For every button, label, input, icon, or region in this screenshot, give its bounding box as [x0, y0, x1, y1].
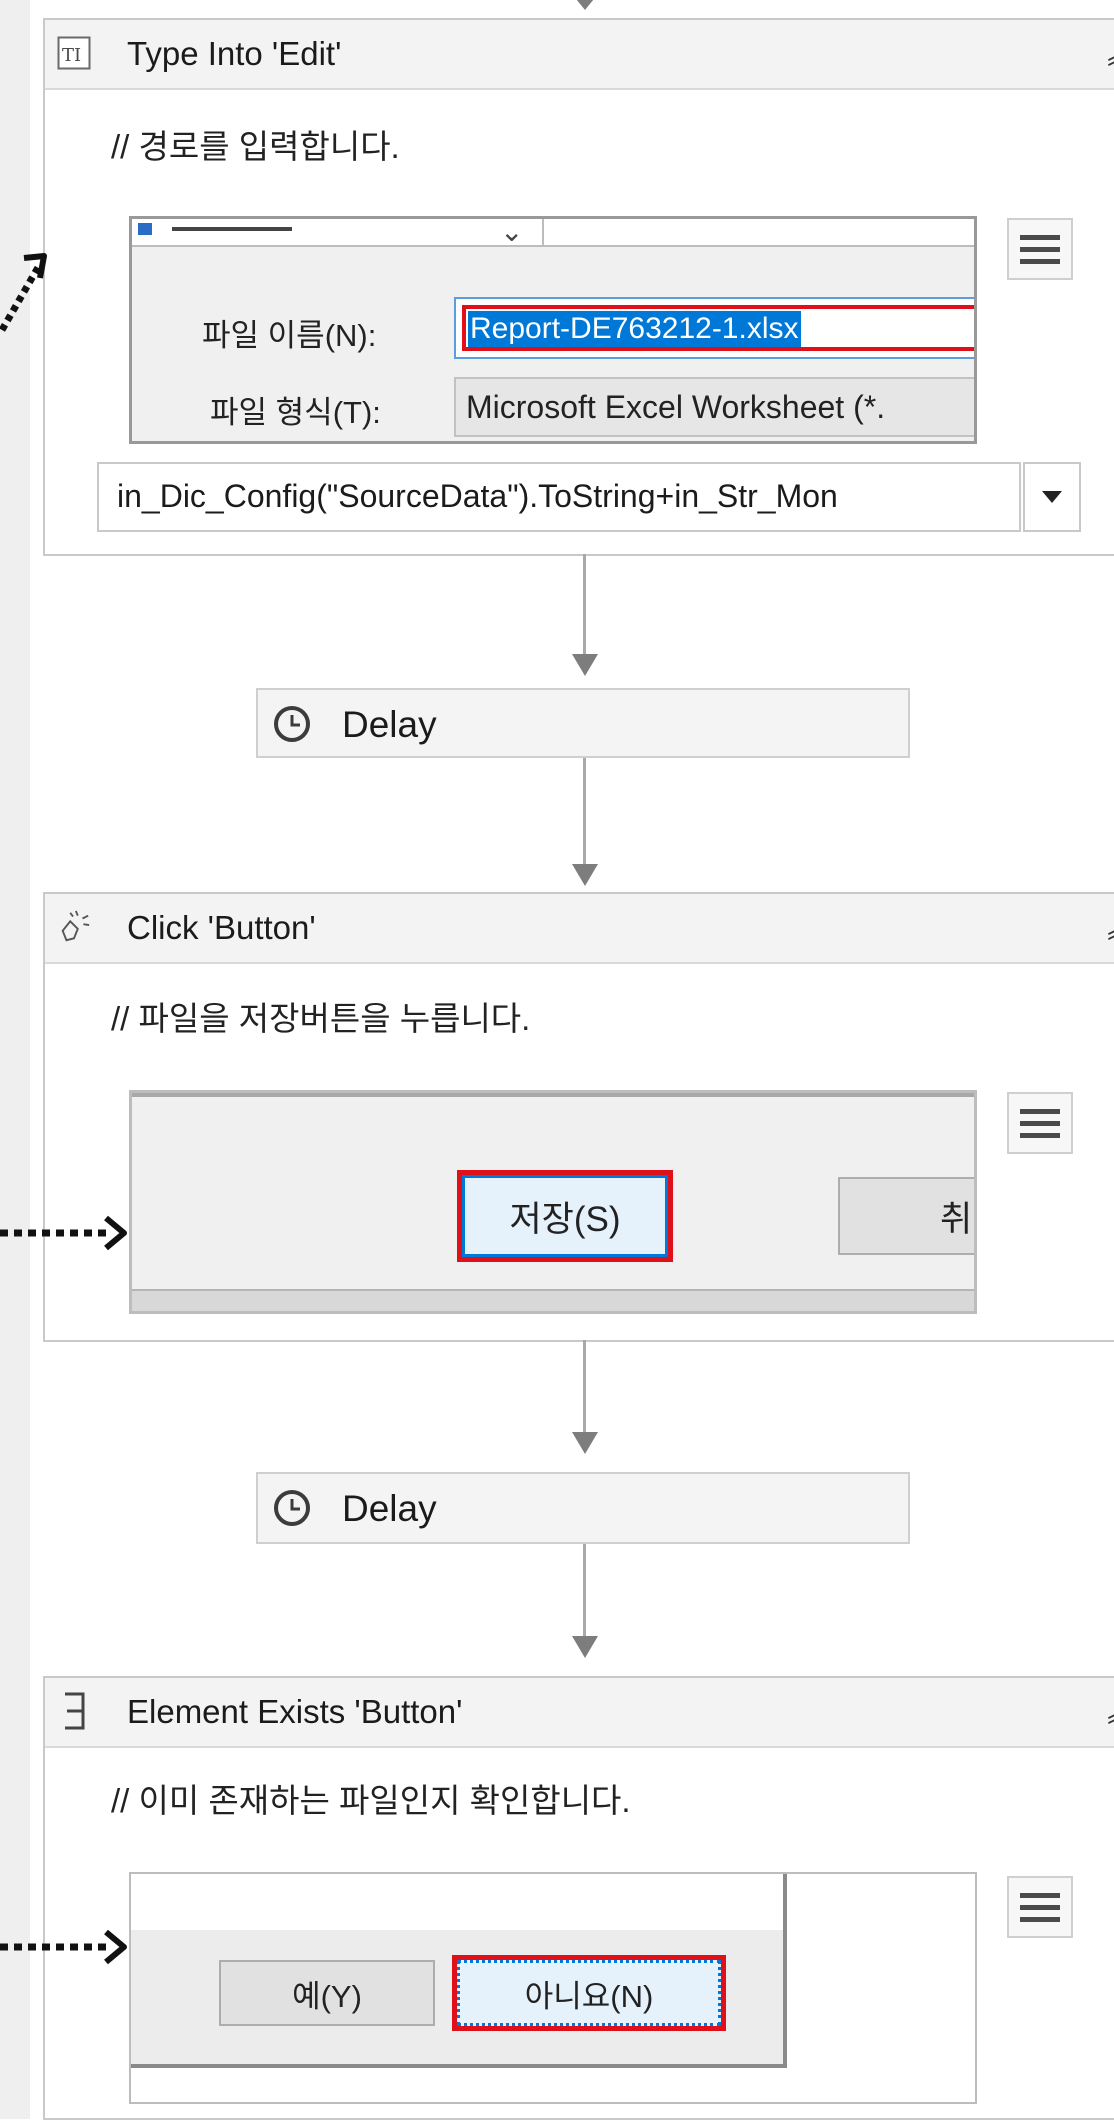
clock-icon [274, 1490, 310, 1526]
connector-line [583, 554, 586, 654]
dialog-crop: 예(Y) 아니요(N) [131, 1874, 787, 2068]
cropped-dropdown: ⌄ [132, 219, 974, 247]
save-button-label: 저장(S) [509, 1199, 621, 1239]
activity-header[interactable]: TI Type Into 'Edit' ︽ [45, 20, 1114, 90]
filename-label: 파일 이름(N): [202, 318, 377, 353]
filename-field: Report-DE763212-1.xlsx [454, 297, 974, 359]
delay-activity[interactable]: Delay [256, 1472, 910, 1544]
collapse-icon[interactable]: ︽ [1107, 1694, 1114, 1726]
options-menu-button[interactable] [1007, 1876, 1073, 1938]
no-button-label: 아니요(N) [524, 1978, 654, 2014]
save-button-target: 저장(S) [457, 1170, 673, 1262]
filename-value: Report-DE763212-1.xlsx [468, 311, 801, 347]
connector-arrow [572, 1432, 598, 1454]
delay-label: Delay [342, 1488, 437, 1529]
connector-arrow [572, 864, 598, 886]
activity-annotation: // 경로를 입력합니다. [111, 128, 400, 165]
activity-annotation: // 이미 존재하는 파일인지 확인합니다. [111, 1782, 631, 1819]
activity-header[interactable]: Click 'Button' ︽ [45, 894, 1114, 964]
click-activity[interactable]: Click 'Button' ︽ // 파일을 저장버튼을 누릅니다. 저장(S… [43, 892, 1114, 1342]
dotted-pointer-arrow [0, 1929, 127, 1965]
dotted-pointer-arrow [0, 253, 47, 332]
target-screenshot[interactable]: ⌄ 파일 이름(N): Report-DE763212-1.xlsx 파일 형식… [129, 216, 977, 444]
cancel-button-target: 취소 [838, 1177, 974, 1255]
delay-label: Delay [342, 704, 437, 745]
options-menu-button[interactable] [1007, 1092, 1073, 1154]
type-into-activity[interactable]: TI Type Into 'Edit' ︽ // 경로를 입력합니다. ⌄ 파일… [43, 18, 1114, 556]
activity-title: Click 'Button' [127, 909, 316, 946]
svg-text:TI: TI [62, 45, 81, 66]
filetype-value: Microsoft Excel Worksheet (*. [466, 389, 886, 425]
no-button-target: 아니요(N) [452, 1955, 726, 2031]
dotted-pointer-arrow [0, 1215, 127, 1251]
chevron-down-icon: ⌄ [500, 216, 524, 247]
collapse-icon[interactable]: ︽ [1107, 910, 1114, 942]
clock-icon [274, 706, 310, 742]
type-into-icon: TI [57, 36, 91, 70]
yes-button-label: 예(Y) [292, 1978, 362, 2014]
expression-dropdown-button[interactable] [1023, 462, 1081, 532]
activity-title: Type Into 'Edit' [127, 35, 342, 72]
connector-line [583, 758, 586, 864]
filename-highlight: Report-DE763212-1.xlsx [462, 305, 974, 351]
collapse-icon[interactable]: ︽ [1107, 36, 1114, 68]
cancel-button-label: 취소 [940, 1199, 974, 1239]
connector-arrow [572, 1636, 598, 1658]
text-expression-input[interactable]: in_Dic_Config("SourceData").ToString+in_… [97, 462, 1021, 532]
connector-arrow [572, 0, 598, 10]
delay-activity[interactable]: Delay [256, 688, 910, 758]
connector-arrow [572, 654, 598, 676]
element-exists-activity[interactable]: Element Exists 'Button' ︽ // 이미 존재하는 파일인… [43, 1676, 1114, 2120]
activity-header[interactable]: Element Exists 'Button' ︽ [45, 1678, 1114, 1748]
options-menu-button[interactable] [1007, 218, 1073, 280]
caret-down-icon [1042, 491, 1062, 503]
click-icon [57, 910, 91, 944]
target-screenshot[interactable]: 예(Y) 아니요(N) [129, 1872, 977, 2104]
target-screenshot[interactable]: 저장(S) 취소 [129, 1090, 977, 1314]
filetype-field: Microsoft Excel Worksheet (*. [454, 377, 974, 437]
activity-title: Element Exists 'Button' [127, 1693, 463, 1730]
element-exists-icon [57, 1692, 91, 1730]
connector-line [583, 1544, 586, 1636]
connector-line [583, 1340, 586, 1432]
text-expression-value: in_Dic_Config("SourceData").ToString+in_… [117, 478, 838, 514]
activity-annotation: // 파일을 저장버튼을 누릅니다. [111, 1000, 531, 1037]
filetype-label: 파일 형식(T): [210, 395, 381, 430]
yes-button-target: 예(Y) [219, 1960, 435, 2026]
